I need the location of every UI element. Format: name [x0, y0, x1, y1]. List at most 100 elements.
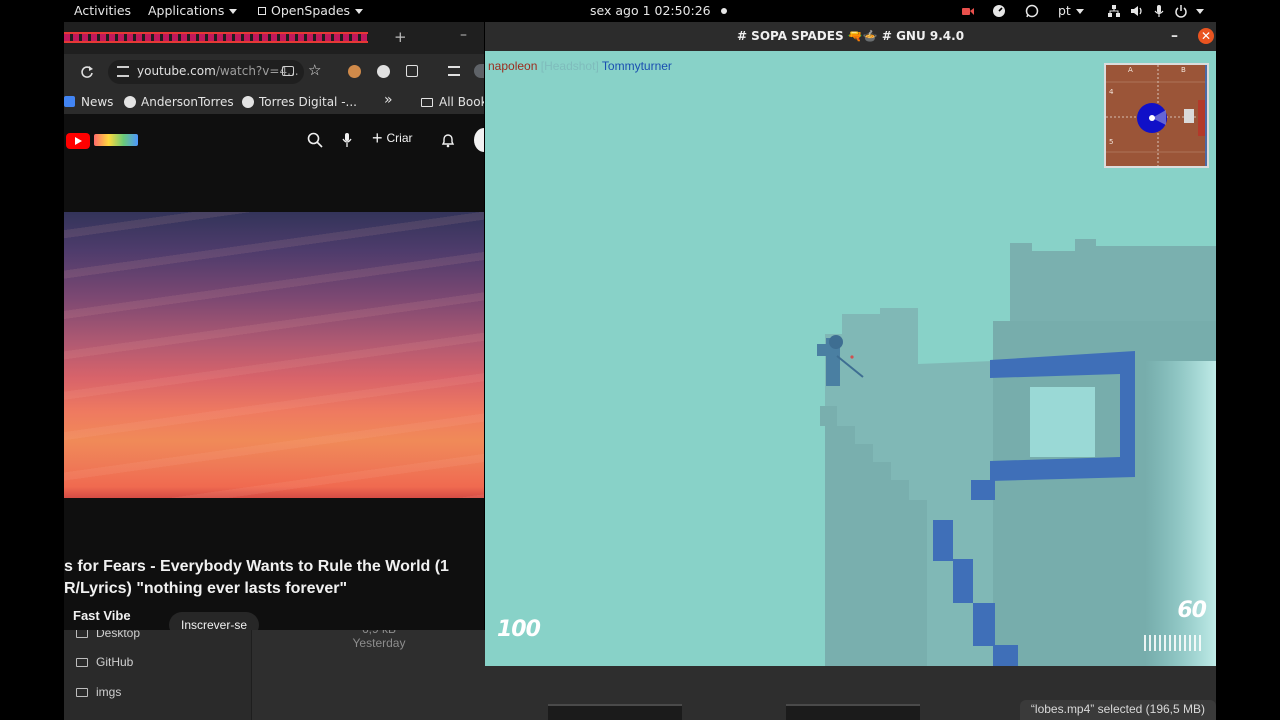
folder-icon	[76, 658, 88, 667]
kill-weapon: [Headshot]	[540, 59, 599, 73]
install-app-icon[interactable]	[282, 66, 294, 76]
minimize-icon[interactable]: –	[460, 27, 467, 43]
clock[interactable]: sex ago 1 02:50:26	[590, 3, 727, 18]
folder-icon	[76, 688, 88, 697]
selection-status: “lobes.mp4” selected (196,5 MB)	[1019, 700, 1216, 720]
game-window: # SOPA SPADES 🔫🍲 # GNU 9.4.0 – ✕ napoleo…	[485, 22, 1216, 666]
volume-icon[interactable]	[1130, 4, 1144, 18]
subscribe-button[interactable]: Inscrever-se	[169, 612, 260, 630]
profile-avatar[interactable]	[474, 64, 484, 78]
create-button[interactable]: + Criar	[372, 128, 413, 149]
power-icon[interactable]	[1174, 4, 1188, 18]
bookmark-all-bookmarks[interactable]: All Book	[421, 95, 484, 109]
bookmark-label: All Book	[439, 95, 484, 109]
minimap-grid	[1106, 65, 1207, 166]
extension-icon[interactable]	[377, 65, 390, 78]
youtube-logo-icon[interactable]	[66, 133, 90, 149]
network-icon[interactable]	[1107, 4, 1121, 18]
desktop: Activities Applications OpenSpades sex a…	[0, 0, 1280, 720]
window-opening	[1030, 387, 1095, 457]
pinned-tabs[interactable]	[64, 32, 368, 43]
video-title-line-2: R/Lyrics) "nothing ever lasts forever"	[64, 580, 348, 597]
sidebar-item-github[interactable]: GitHub	[76, 655, 133, 669]
site-settings-icon[interactable]	[117, 66, 129, 77]
channel-name[interactable]: Fast Vibe	[73, 608, 131, 623]
sidebar-item-label: imgs	[96, 685, 122, 699]
search-icon[interactable]	[307, 132, 323, 148]
microphone-icon[interactable]	[1152, 4, 1166, 18]
plus-icon: +	[372, 128, 383, 148]
video-player[interactable]	[64, 212, 484, 498]
ammo-clip-bars	[1144, 635, 1204, 651]
bookmarks-overflow-button[interactable]: »	[384, 92, 393, 108]
openspades-app-icon	[258, 7, 266, 15]
extension-cookie-icon[interactable]	[348, 65, 361, 78]
close-button[interactable]: ✕	[1198, 28, 1214, 44]
active-app-menu[interactable]: OpenSpades	[258, 3, 364, 18]
new-tab-icon[interactable]: +	[394, 28, 407, 46]
media-controls-icon[interactable]	[448, 66, 460, 76]
youtube-header: + Criar	[64, 114, 484, 164]
google-news-icon	[64, 96, 75, 107]
sidebar-item-label: GitHub	[96, 655, 134, 669]
speedometer-icon[interactable]	[992, 4, 1006, 18]
minimize-button[interactable]: –	[1171, 28, 1178, 44]
minimap-label-a: A	[1128, 66, 1133, 74]
game-titlebar[interactable]: # SOPA SPADES 🔫🍲 # GNU 9.4.0 – ✕	[485, 22, 1216, 51]
minimap-label-b: B	[1181, 66, 1186, 74]
bookmark-label: Torres Digital -...	[259, 95, 357, 109]
language-menu[interactable]: pt	[1058, 3, 1084, 18]
top-bar: Activities Applications OpenSpades sex a…	[64, 0, 1216, 22]
extensions-puzzle-icon[interactable]	[406, 65, 418, 77]
bookmark-news[interactable]: News	[64, 95, 113, 109]
minimap-label-5: 5	[1109, 138, 1114, 146]
folder-icon	[76, 629, 88, 638]
create-label: Criar	[386, 131, 413, 145]
clock-label: sex ago 1 02:50:26	[590, 3, 711, 18]
video-title: s for Fears - Everybody Wants to Rule th…	[64, 556, 484, 600]
chevron-down-icon	[1075, 9, 1084, 14]
video-title-line-1: s for Fears - Everybody Wants to Rule th…	[64, 558, 449, 575]
game-viewport[interactable]: napoleon [Headshot] Tommyturner A B 4 5 …	[485, 51, 1216, 666]
notifications-bell-icon[interactable]	[440, 132, 456, 148]
language-label: pt	[1058, 3, 1071, 18]
kill-feed: napoleon [Headshot] Tommyturner	[488, 59, 672, 73]
minimap-label-4: 4	[1109, 88, 1114, 96]
bookmark-andersontorres[interactable]: AndersonTorres	[124, 95, 234, 109]
ammo-counter: 60	[1177, 598, 1207, 623]
active-app-label: OpenSpades	[271, 3, 351, 18]
github-icon	[124, 96, 136, 108]
file-modified: Yesterday	[352, 636, 406, 650]
bookmark-label: AndersonTorres	[141, 95, 234, 109]
url-host: youtube.com	[137, 64, 216, 78]
folder-icon	[421, 98, 433, 107]
address-bar[interactable]: youtube.com/watch?v=4...	[108, 60, 304, 84]
reload-icon[interactable]	[80, 65, 94, 79]
voice-search-icon[interactable]	[341, 132, 353, 148]
chevron-down-icon	[355, 9, 364, 14]
minimap: A B 4 5	[1104, 63, 1209, 168]
bookmark-label: News	[81, 95, 114, 109]
bookmark-star-icon[interactable]: ☆	[308, 61, 321, 79]
bookmark-torres-digital[interactable]: Torres Digital -...	[242, 95, 357, 109]
file-thumbnail[interactable]	[548, 704, 682, 720]
youtube-doodle-logo[interactable]	[94, 134, 138, 146]
files-sidebar: Desktop GitHub imgs	[64, 626, 252, 720]
applications-menu[interactable]: Applications	[148, 3, 238, 18]
system-menu-chevron-icon[interactable]	[1196, 9, 1204, 14]
activities-button[interactable]: Activities	[74, 3, 131, 18]
notification-dot-icon	[720, 8, 727, 14]
bookmarks-bar: News AndersonTorres Torres Digital -... …	[64, 90, 484, 114]
avatar[interactable]	[474, 128, 484, 152]
screen-record-icon[interactable]	[961, 4, 975, 18]
killer-name: napoleon	[488, 59, 538, 73]
file-thumbnail[interactable]	[786, 704, 920, 720]
health-counter: 100	[497, 617, 541, 642]
applications-label: Applications	[148, 3, 225, 18]
browser-toolbar: youtube.com/watch?v=4... ☆	[64, 54, 484, 90]
tab-strip: + –	[64, 22, 484, 54]
sidebar-item-imgs[interactable]: imgs	[76, 685, 121, 699]
file-meta: 6,9 kB Yesterday	[324, 622, 434, 650]
github-icon	[242, 96, 254, 108]
whatsapp-icon[interactable]	[1025, 4, 1039, 18]
